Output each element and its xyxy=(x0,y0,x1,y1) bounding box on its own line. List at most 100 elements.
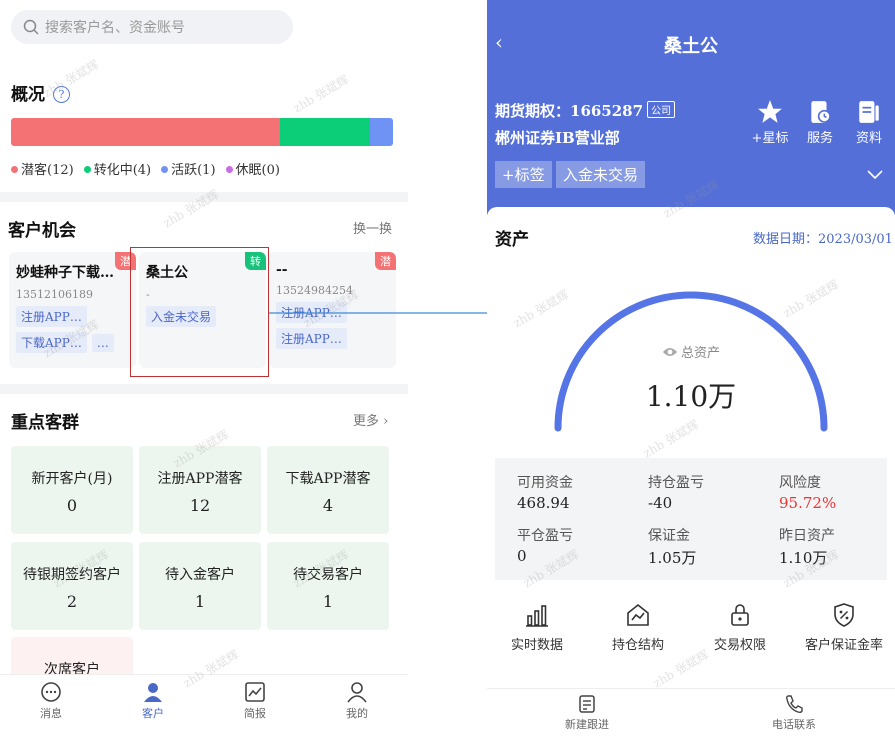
margin-rate-button[interactable]: 客户保证金率 xyxy=(794,602,894,653)
search-icon xyxy=(23,19,39,35)
stat-item: 保证金 1.05万 xyxy=(648,525,768,568)
branch-name: 郴州证券IB营业部 xyxy=(495,129,620,147)
stat-item: 平仓盈亏 0 xyxy=(517,525,637,565)
bar-chart-icon xyxy=(526,605,548,627)
search-placeholder: 搜索客户名、资金账号 xyxy=(45,20,185,36)
tab-messages[interactable]: 消息 xyxy=(0,675,102,736)
trade-permission-button[interactable]: 交易权限 xyxy=(690,602,790,653)
stat-item: 可用资金 468.94 xyxy=(517,472,637,512)
customer-icon xyxy=(144,683,162,702)
page-title: 桑土公 xyxy=(664,36,718,57)
help-icon[interactable]: ? xyxy=(53,86,70,103)
tab-reports[interactable]: 简报 xyxy=(204,675,306,736)
group-tile[interactable]: 待入金客户 1 xyxy=(139,542,261,630)
service-button[interactable]: 服务 xyxy=(797,99,843,146)
overview-bar xyxy=(11,118,393,146)
section-divider xyxy=(0,384,408,394)
group-value: 1 xyxy=(194,592,206,611)
group-tile[interactable]: 待银期签约客户 2 xyxy=(11,542,133,630)
position-icon xyxy=(627,603,649,626)
tab-label: 简报 xyxy=(244,707,266,720)
gauge-title-label: 总资产 xyxy=(680,346,720,361)
tab-customers[interactable]: 客户 xyxy=(102,675,204,736)
group-value: 0 xyxy=(66,496,78,515)
stat-item: 风险度 95.72% xyxy=(779,472,895,512)
group-value: 12 xyxy=(189,496,211,515)
legend-dot-icon xyxy=(161,166,169,173)
legend-item: 休眠(0) xyxy=(225,159,280,178)
legend-label: 休眠(0) xyxy=(235,163,280,178)
bottom-label: 电话联系 xyxy=(772,718,816,731)
action-label: 资料 xyxy=(855,131,882,146)
stat-label: 平仓盈亏 xyxy=(517,528,573,544)
overview-legend: 潜客(12) 转化中(4) 活跃(1) 休眠(0) xyxy=(11,159,280,178)
shield-percent-icon xyxy=(834,603,854,627)
card-phone: 13512106189 xyxy=(16,288,93,301)
tool-label: 实时数据 xyxy=(510,638,563,653)
action-label: +星标 xyxy=(751,131,789,146)
overview-bar-segment-qianke xyxy=(11,118,281,146)
legend-item: 潜客(12) xyxy=(11,159,74,178)
star-button[interactable]: +星标 xyxy=(747,99,793,146)
service-icon xyxy=(811,101,831,123)
stat-value: 0 xyxy=(517,547,527,565)
group-tile[interactable]: 下载APP潜客 4 xyxy=(267,446,389,534)
lock-icon xyxy=(731,604,749,626)
total-asset-value: 1.10万 xyxy=(645,380,737,413)
eye-icon xyxy=(662,348,677,356)
groups-title: 重点客群 xyxy=(11,413,79,433)
search-input[interactable]: 搜索客户名、资金账号 xyxy=(11,10,293,44)
legend-dot-icon xyxy=(83,166,91,173)
legend-item: 转化中(4) xyxy=(83,159,152,178)
group-value: 4 xyxy=(322,496,334,515)
gauge-title: 总资产 xyxy=(487,342,895,361)
group-label: 下载APP潜客 xyxy=(285,471,371,487)
tab-label: 消息 xyxy=(40,707,62,720)
group-value: 1 xyxy=(322,592,334,611)
account-label: 期货期权：1665287 xyxy=(495,102,644,120)
tab-profile[interactable]: 我的 xyxy=(306,675,408,736)
group-label: 待入金客户 xyxy=(165,567,235,583)
tab-label: 客户 xyxy=(142,707,164,720)
stat-value: 468.94 xyxy=(517,494,570,512)
tool-label: 持仓结构 xyxy=(611,638,664,653)
group-tile[interactable]: 待交易客户 1 xyxy=(267,542,389,630)
account-info: 期货期权：1665287 公司 xyxy=(495,100,676,121)
legend-item: 活跃(1) xyxy=(161,159,216,178)
opportunities-title: 客户机会 xyxy=(8,221,76,241)
action-label: 服务 xyxy=(806,131,833,146)
legend-label: 活跃(1) xyxy=(171,163,216,178)
asset-stats: 可用资金 468.94 持仓盈亏 -40 风险度 95.72% 平仓盈亏 0 保证金 1.… xyxy=(495,458,887,580)
bottom-tabbar: 消息 客户 简报 我的 xyxy=(0,674,408,736)
stat-label: 昨日资产 xyxy=(779,528,835,544)
opportunity-card[interactable]: 妙蛙种子下载… 13512106189 注册APP… 下载APP… … 潜 xyxy=(9,252,136,368)
group-tile[interactable]: 注册APP潜客 12 xyxy=(139,446,261,534)
stat-label: 持仓盈亏 xyxy=(648,475,704,491)
legend-label: 转化中(4) xyxy=(93,163,152,178)
message-icon xyxy=(41,682,61,702)
profile-icon xyxy=(347,682,367,703)
document-button[interactable]: 资料 xyxy=(846,99,892,146)
chevron-down-icon[interactable] xyxy=(866,165,884,183)
phone-call-button[interactable]: 电话联系 xyxy=(744,694,844,732)
more-button[interactable]: 更多 › xyxy=(353,410,388,429)
add-tag-button[interactable]: +标签 xyxy=(495,161,552,188)
overview-bar-segment-huoyue xyxy=(370,118,393,146)
stat-value: 95.72% xyxy=(779,494,837,512)
legend-label: 潜客(12) xyxy=(21,163,74,178)
star-icon xyxy=(758,100,782,123)
card-tag: 注册APP… xyxy=(276,328,347,349)
data-date: 数据日期：2023/03/01 xyxy=(753,232,893,247)
group-tile[interactable]: 新开客户(月) 0 xyxy=(11,446,133,534)
stat-label: 风险度 xyxy=(779,475,821,491)
new-follow-up-button[interactable]: 新建跟进 xyxy=(537,694,637,732)
group-label: 新开客户(月) xyxy=(31,471,113,487)
stat-value: 1.05万 xyxy=(648,549,697,567)
position-structure-button[interactable]: 持仓结构 xyxy=(588,602,688,653)
group-label: 待银期签约客户 xyxy=(23,567,121,583)
tag-chip[interactable]: 入金未交易 xyxy=(556,161,646,188)
realtime-data-button[interactable]: 实时数据 xyxy=(487,602,587,653)
tab-label: 我的 xyxy=(346,707,368,720)
card-tag: … xyxy=(91,334,114,352)
overview-header: 概况? xyxy=(11,80,70,105)
